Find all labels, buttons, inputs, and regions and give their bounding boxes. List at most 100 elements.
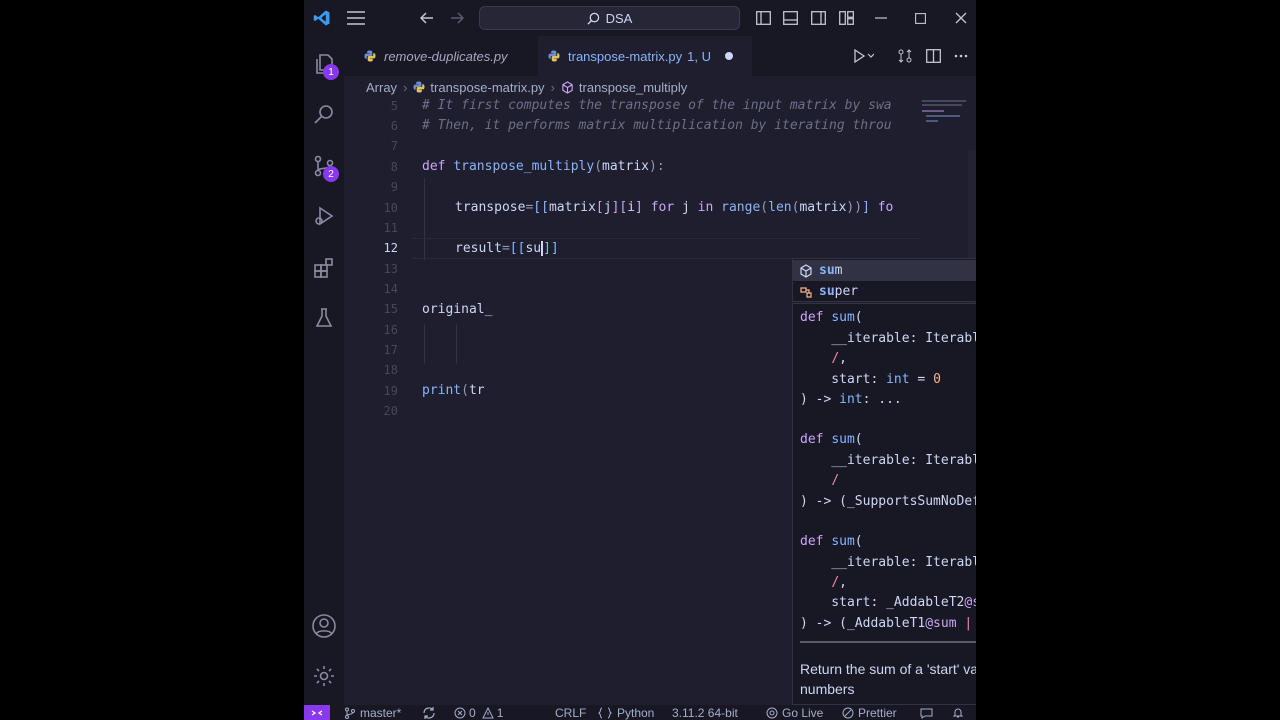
remote-icon — [311, 709, 323, 716]
close-window-icon[interactable] — [950, 0, 972, 36]
forward-arrow-icon[interactable] — [444, 0, 470, 36]
indent-guide — [456, 324, 457, 364]
problems-status[interactable]: 0 1 — [454, 705, 503, 720]
cube-icon — [800, 263, 812, 278]
breadcrumb-symbol[interactable]: transpose_multiply — [579, 80, 687, 95]
back-arrow-icon[interactable] — [414, 0, 440, 36]
command-center-search[interactable]: DSA — [479, 6, 740, 30]
line-number: 20 — [383, 404, 398, 418]
sync-icon[interactable] — [422, 705, 436, 720]
split-editor-button[interactable] — [920, 36, 946, 76]
accounts-button[interactable] — [304, 602, 344, 650]
extensions-button[interactable] — [304, 244, 344, 292]
signature-line: ) -> (_SupportsSumNoDefaultT@sum | Liter… — [800, 494, 976, 509]
notifications-bell-icon[interactable] — [952, 705, 964, 720]
indent-guide — [424, 324, 425, 364]
python-file-icon — [364, 50, 376, 62]
breadcrumb-file[interactable]: transpose-matrix.py — [430, 80, 544, 95]
testing-button[interactable] — [304, 294, 344, 342]
line-number: 5 — [390, 99, 398, 113]
activity-bar: 1 2 — [304, 36, 344, 705]
account-icon — [312, 614, 336, 638]
customize-layout-icon[interactable] — [835, 0, 857, 36]
line-number: 8 — [390, 160, 398, 174]
line-number: 18 — [383, 363, 398, 377]
tab-transpose-matrix[interactable]: transpose-matrix.py 1, U — [538, 36, 752, 76]
function-cube-icon — [562, 80, 573, 94]
line-number: 16 — [383, 323, 398, 337]
signature-line: __iterable: Iterable[_SupportsSumNoDefau… — [831, 453, 976, 468]
gear-icon — [314, 666, 334, 686]
search-button[interactable] — [304, 90, 344, 138]
status-bar: master* 0 1 CRLF Python 3.11.2 64-bit Go… — [304, 705, 976, 720]
run-file-button[interactable] — [849, 36, 879, 76]
compare-changes-button[interactable] — [892, 36, 918, 76]
unsaved-dot[interactable] — [725, 52, 733, 60]
prettier-check-icon — [842, 707, 854, 718]
search-text: DSA — [605, 10, 633, 26]
line-number: 11 — [383, 221, 398, 235]
go-live-button[interactable]: Go Live — [766, 705, 823, 720]
maximize-icon[interactable] — [909, 0, 931, 36]
signature-line: start: int = 0 — [800, 372, 941, 387]
line-number: 19 — [383, 384, 398, 398]
git-branch-icon — [345, 707, 355, 719]
line-number: 9 — [390, 180, 398, 194]
line-number: 10 — [383, 201, 398, 215]
class-icon — [800, 286, 812, 298]
play-icon — [854, 49, 874, 63]
line-number: 14 — [383, 282, 398, 296]
language-status[interactable]: Python — [598, 705, 654, 720]
extensions-icon — [314, 258, 333, 278]
remote-indicator[interactable] — [304, 705, 330, 720]
toggle-secondary-sidebar-icon[interactable] — [807, 0, 829, 36]
braces-icon — [598, 707, 612, 718]
feedback-icon[interactable] — [920, 705, 933, 720]
vscode-logo-icon — [308, 0, 336, 36]
suggestion-list: su m su per — [792, 258, 976, 302]
broadcast-icon — [766, 707, 778, 718]
line-number: 7 — [390, 139, 398, 153]
branch-status[interactable]: master* — [344, 705, 401, 720]
suggestion-item[interactable]: su per — [793, 281, 976, 302]
toggle-sidebar-icon[interactable] — [752, 0, 774, 36]
source-control-button[interactable]: 2 — [304, 142, 344, 190]
minimize-icon[interactable] — [870, 0, 892, 36]
code-line-original: original_ — [422, 302, 493, 317]
prettier-status[interactable]: Prettier — [842, 705, 897, 720]
breadcrumb-folder[interactable]: Array — [366, 80, 397, 95]
signature-line: /, — [831, 351, 847, 366]
interpreter-status[interactable]: 3.11.2 64-bit — [672, 705, 738, 720]
line-number: 6 — [390, 119, 398, 133]
search-icon — [314, 105, 333, 124]
eol-status[interactable]: CRLF — [555, 705, 586, 720]
run-debug-button[interactable] — [304, 192, 344, 240]
signature-line: ) -> int: ... — [800, 392, 902, 407]
search-icon — [587, 12, 599, 25]
code-line-result[interactable]: result=[[su]] — [455, 241, 559, 256]
signature-line: / — [831, 473, 840, 488]
code-comment: # It first computes the transpose of the… — [422, 98, 892, 113]
error-icon — [454, 707, 466, 718]
scm-badge: 2 — [323, 166, 339, 182]
minimap[interactable] — [922, 98, 970, 138]
split-editor-icon — [925, 49, 941, 63]
signature-line: def sum( — [800, 534, 863, 549]
menu-icon[interactable] — [342, 0, 370, 36]
run-debug-icon — [315, 206, 334, 226]
suggestion-item[interactable]: su m — [793, 260, 976, 281]
code-line-transpose: transpose=[[matrix[j][i] for j in range(… — [455, 200, 894, 215]
more-actions-button[interactable] — [948, 36, 974, 76]
explorer-button[interactable]: 1 — [304, 40, 344, 88]
signature-line: ) -> (_AddableT1@sum | _AddableT2@sum): … — [800, 616, 973, 631]
tab-remove-duplicates[interactable]: remove-duplicates.py — [354, 36, 534, 76]
signature-line: start: _AddableT2@sum — [800, 595, 976, 610]
python-file-icon — [413, 81, 425, 93]
ellipsis-icon — [954, 54, 968, 58]
settings-button[interactable] — [304, 652, 344, 700]
chevron-right-icon: › — [550, 79, 555, 95]
tab-label: remove-duplicates.py — [384, 48, 508, 64]
editor-tabs: remove-duplicates.py transpose-matrix.py… — [344, 36, 976, 76]
suggestion-details: ✕ def sum( __iterable: Iterable[_Literal… — [792, 303, 976, 705]
toggle-panel-icon[interactable] — [779, 0, 801, 36]
